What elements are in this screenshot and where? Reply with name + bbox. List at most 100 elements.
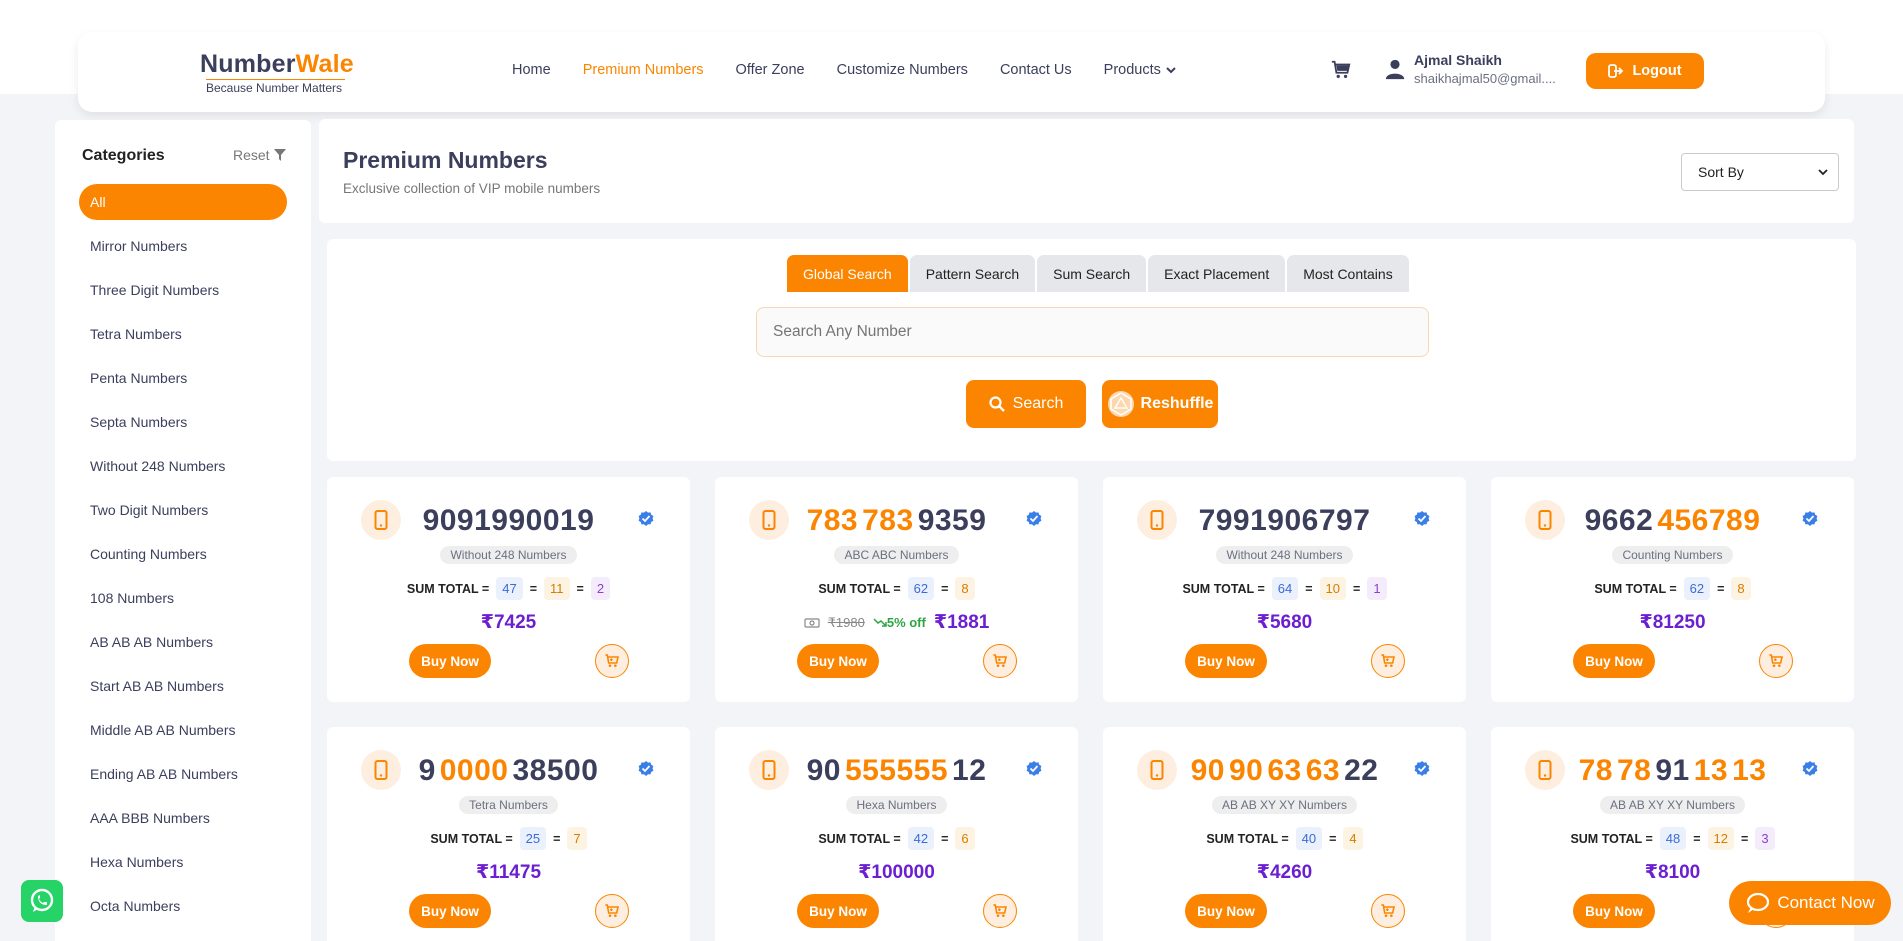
trend-down-icon (873, 618, 887, 627)
category-item[interactable]: Septa Numbers (79, 404, 287, 440)
category-item[interactable]: Penta Numbers (79, 360, 287, 396)
category-item[interactable]: Start AB AB Numbers (79, 668, 287, 704)
category-tag: AB AB XY XY Numbers (1103, 796, 1466, 814)
search-button[interactable]: Search (966, 380, 1086, 428)
whatsapp-button[interactable] (21, 880, 63, 922)
user-info[interactable]: Ajmal Shaikh shaikhajmal50@gmail.... (1384, 52, 1556, 86)
tab-sum-search[interactable]: Sum Search (1037, 255, 1147, 292)
logo-text-part2: Wale (295, 50, 354, 78)
mobile-number[interactable]: 9091990019 (327, 504, 690, 538)
category-item[interactable]: Two Digit Numbers (79, 492, 287, 528)
price-row: ₹4260 (1103, 861, 1466, 884)
sum-total-row: SUM TOTAL = 25 = 7 (327, 827, 690, 850)
nav-home[interactable]: Home (512, 62, 551, 78)
number-segment: 63 (1305, 754, 1341, 787)
reset-filter-button[interactable]: Reset (233, 147, 286, 163)
number-card: 90 555555 12 Hexa Numbers SUM TOTAL = 42 = 6 ₹10… (715, 727, 1078, 941)
nav-contact-us[interactable]: Contact Us (1000, 62, 1072, 78)
buy-now-button[interactable]: Buy Now (1185, 894, 1267, 928)
mobile-number[interactable]: 78 78 91 13 13 (1491, 754, 1854, 788)
nav-products-label: Products (1103, 62, 1161, 78)
logout-button[interactable]: Logout (1586, 53, 1704, 89)
sum-value: 11 (544, 577, 570, 600)
reshuffle-button[interactable]: Reshuffle (1102, 380, 1218, 428)
nav-premium-numbers[interactable]: Premium Numbers (583, 62, 704, 78)
add-to-cart-button[interactable] (595, 894, 629, 928)
reshuffle-label: Reshuffle (1140, 395, 1214, 412)
sum-value: 47 (496, 577, 523, 600)
price-value: 1881 (947, 612, 990, 633)
currency-symbol: ₹ (480, 612, 494, 633)
category-item[interactable]: Hexa Numbers (79, 844, 287, 880)
price: ₹4260 (1257, 861, 1313, 884)
cart-icon[interactable] (1330, 59, 1352, 81)
add-to-cart-button[interactable] (983, 894, 1017, 928)
add-to-cart-button[interactable] (1759, 644, 1793, 678)
category-item[interactable]: Counting Numbers (79, 536, 287, 572)
tab-pattern-search[interactable]: Pattern Search (909, 255, 1036, 292)
sum-total-label: SUM TOTAL = (1594, 581, 1677, 596)
mobile-number[interactable]: 90 90 63 63 22 (1103, 754, 1466, 788)
search-icon (989, 396, 1005, 412)
buy-now-button[interactable]: Buy Now (1573, 644, 1655, 678)
category-item[interactable]: Without 248 Numbers (79, 448, 287, 484)
add-to-cart-button[interactable] (1371, 644, 1405, 678)
buy-now-button[interactable]: Buy Now (409, 894, 491, 928)
search-input[interactable] (756, 307, 1429, 357)
verified-icon (1414, 511, 1430, 526)
sort-select[interactable]: Sort By (1681, 153, 1839, 191)
sum-total-row: SUM TOTAL = 40 = 4 (1103, 827, 1466, 850)
mobile-number[interactable]: 9662 456789 (1491, 504, 1854, 538)
currency-symbol: ₹ (475, 862, 490, 883)
tab-exact-placement[interactable]: Exact Placement (1148, 255, 1286, 292)
chat-icon (1747, 892, 1770, 913)
nav-customize-numbers[interactable]: Customize Numbers (837, 62, 968, 78)
tab-most-contains[interactable]: Most Contains (1287, 255, 1409, 292)
cart-icon (993, 654, 1007, 667)
add-to-cart-button[interactable] (983, 644, 1017, 678)
buy-now-button[interactable]: Buy Now (409, 644, 491, 678)
category-tag-label: Tetra Numbers (459, 796, 558, 814)
equals-sign: = (1693, 831, 1701, 846)
category-item[interactable]: All (79, 184, 287, 220)
price: ₹1881 (934, 611, 990, 634)
category-item[interactable]: Ending AB AB Numbers (79, 756, 287, 792)
mobile-number[interactable]: 7991906797 (1103, 504, 1466, 538)
contact-now-button[interactable]: Contact Now (1729, 881, 1891, 925)
mobile-number[interactable]: 9 0000 38500 (327, 754, 690, 788)
currency-symbol: ₹ (1256, 862, 1270, 883)
buy-now-button[interactable]: Buy Now (1573, 894, 1655, 928)
sum-total-row: SUM TOTAL = 42 = 6 (715, 827, 1078, 850)
category-tag: AB AB XY XY Numbers (1491, 796, 1854, 814)
logo[interactable]: NumberWale Because Number Matters (200, 50, 354, 95)
nav-products[interactable]: Products (1104, 62, 1177, 78)
price: ₹7425 (481, 611, 537, 634)
mobile-number[interactable]: 783 783 9359 (715, 504, 1078, 538)
price: ₹100000 (858, 861, 935, 884)
category-item[interactable]: AB AB AB Numbers (79, 624, 287, 660)
number-segment: 38500 (512, 754, 599, 787)
buy-now-button[interactable]: Buy Now (1185, 644, 1267, 678)
category-item[interactable]: Three Digit Numbers (79, 272, 287, 308)
price: ₹11475 (476, 861, 541, 884)
category-item[interactable]: Tetra Numbers (79, 316, 287, 352)
number-segment: 9359 (917, 504, 987, 537)
equals-sign: = (1741, 831, 1749, 846)
tab-global-search[interactable]: Global Search (787, 255, 908, 292)
category-item[interactable]: Mirror Numbers (79, 228, 287, 264)
number-segment: 7991906797 (1198, 504, 1371, 537)
category-item[interactable]: Middle AB AB Numbers (79, 712, 287, 748)
add-to-cart-button[interactable] (1371, 894, 1405, 928)
category-item[interactable]: AAA BBB Numbers (79, 800, 287, 836)
nav-offer-zone[interactable]: Offer Zone (736, 62, 805, 78)
mobile-number[interactable]: 90 555555 12 (715, 754, 1078, 788)
price: ₹8100 (1645, 861, 1701, 884)
buy-now-button[interactable]: Buy Now (797, 894, 879, 928)
verified-icon (1026, 511, 1042, 526)
add-to-cart-button[interactable] (595, 644, 629, 678)
sum-total-label: SUM TOTAL = (818, 581, 901, 596)
category-item[interactable]: Octa Numbers (79, 888, 287, 924)
category-item[interactable]: 108 Numbers (79, 580, 287, 616)
equals-sign: = (941, 581, 949, 596)
buy-now-button[interactable]: Buy Now (797, 644, 879, 678)
